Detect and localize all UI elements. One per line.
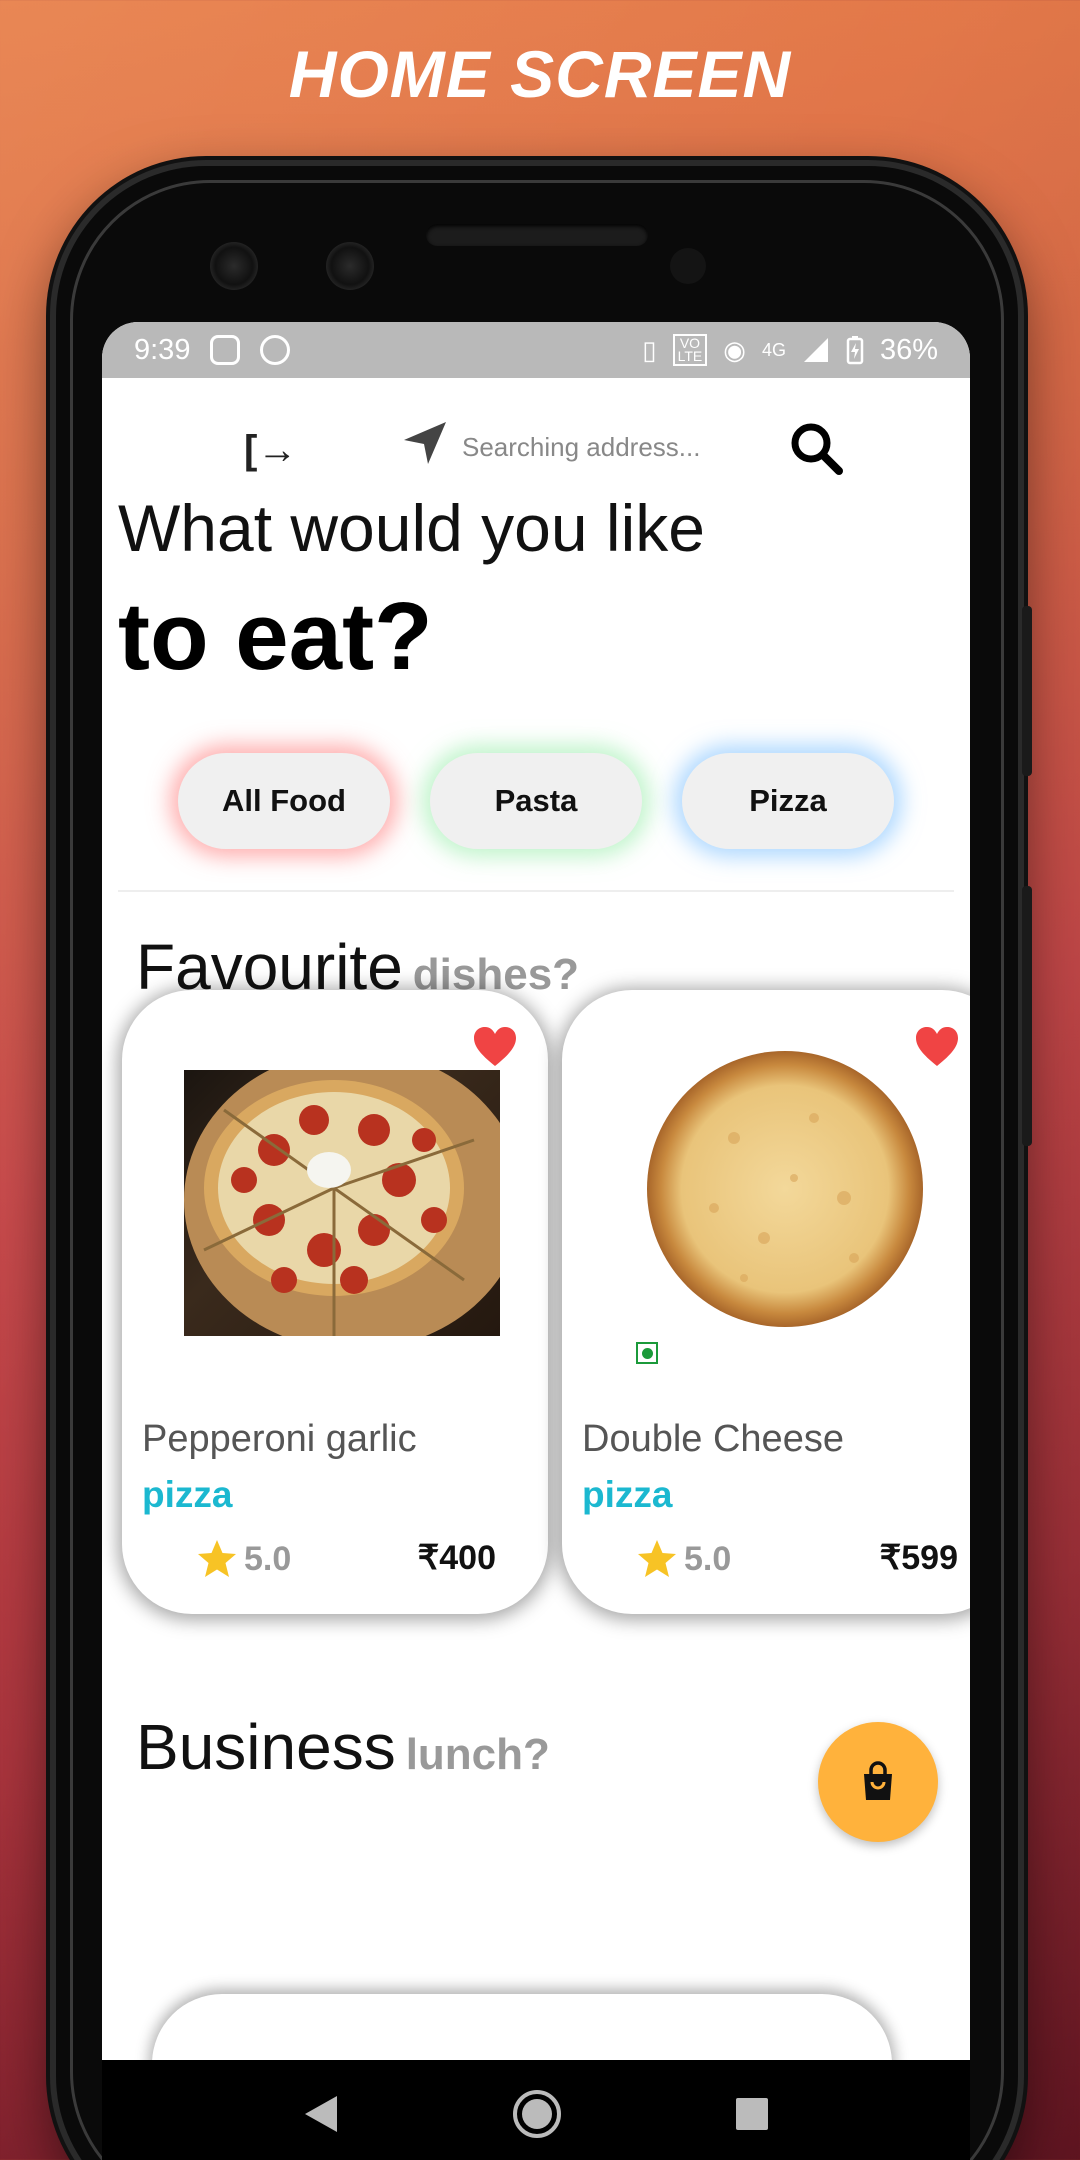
front-camera-icon (326, 242, 374, 290)
app-screen: 9:39 ▯ VO LTE ◉ 4G 36% [→ Searching addre… (102, 322, 970, 2060)
address-search-field[interactable]: Searching address... (462, 432, 700, 463)
cheese-pizza-image (647, 1051, 923, 1327)
pepperoni-pizza-image (184, 1070, 500, 1336)
dish-price: ₹400 (418, 1538, 496, 1578)
star-icon (638, 1540, 676, 1577)
price-value: 400 (439, 1539, 496, 1577)
business-lunch-card[interactable] (152, 1994, 892, 2060)
recents-icon[interactable] (733, 2095, 771, 2133)
dish-card[interactable]: Double Cheese pizza 5.0 ₹599 (562, 990, 970, 1614)
cart-button[interactable] (818, 1722, 938, 1842)
dish-category: pizza (142, 1474, 233, 1515)
heart-icon[interactable] (472, 1024, 518, 1070)
dish-category: pizza (582, 1474, 673, 1515)
banner-title: HOME SCREEN (288, 37, 792, 111)
signal-icon (803, 338, 828, 362)
star-icon (198, 1540, 236, 1577)
price-value: 599 (901, 1539, 958, 1577)
dish-card[interactable]: Pepperoni garlic pizza 5.0 ₹400 (122, 990, 548, 1614)
currency-symbol: ₹ (417, 1539, 440, 1577)
battery-icon (846, 336, 864, 365)
dish-rating: 5.0 (636, 1538, 731, 1580)
battery-percent: 36% (879, 333, 938, 366)
currency-symbol: ₹ (879, 1539, 902, 1577)
vibrate-icon: ▯ (642, 334, 657, 365)
headline-line2: to eat? (118, 583, 433, 690)
app-notification-icon (260, 335, 291, 365)
business-title: Business (136, 1711, 396, 1783)
back-icon[interactable] (301, 2092, 341, 2136)
home-icon[interactable] (511, 2088, 563, 2140)
phone-frame: 9:39 ▯ VO LTE ◉ 4G 36% [→ Searching addre… (56, 166, 1032, 2160)
navigation-arrow-icon[interactable] (402, 420, 448, 466)
rating-value: 5.0 (244, 1539, 292, 1578)
search-icon[interactable] (788, 420, 844, 476)
front-camera-icon (210, 242, 258, 290)
status-bar: 9:39 ▯ VO LTE ◉ 4G 36% (102, 322, 970, 378)
divider (118, 890, 954, 892)
power-button (1022, 886, 1032, 1146)
headline-line1: What would you like (118, 491, 705, 565)
proximity-sensor (670, 248, 706, 284)
hotspot-icon: ◉ (723, 334, 746, 365)
category-chip-pasta[interactable]: Pasta (430, 753, 642, 849)
dish-name: Double Cheese (582, 1418, 844, 1460)
status-time: 9:39 (134, 333, 191, 366)
category-chip-pizza[interactable]: Pizza (682, 753, 894, 849)
category-chip-all-food[interactable]: All Food (178, 753, 390, 849)
volume-button (1022, 606, 1032, 776)
network-type: 4G (761, 339, 786, 360)
dish-price: ₹599 (880, 1538, 958, 1578)
rating-value: 5.0 (684, 1539, 732, 1578)
business-section-title: Business lunch? (136, 1710, 550, 1784)
instagram-icon (210, 335, 241, 365)
logout-icon[interactable]: [→ (244, 428, 297, 473)
veg-indicator-icon (636, 1342, 658, 1364)
bag-icon (864, 1761, 892, 1800)
earpiece-speaker (426, 224, 648, 246)
dish-rating: 5.0 (196, 1538, 291, 1580)
volte-icon: VO LTE (672, 334, 708, 366)
system-nav-bar (102, 2060, 970, 2160)
business-subtitle: lunch? (405, 1730, 550, 1779)
dish-name: Pepperoni garlic (142, 1418, 417, 1460)
